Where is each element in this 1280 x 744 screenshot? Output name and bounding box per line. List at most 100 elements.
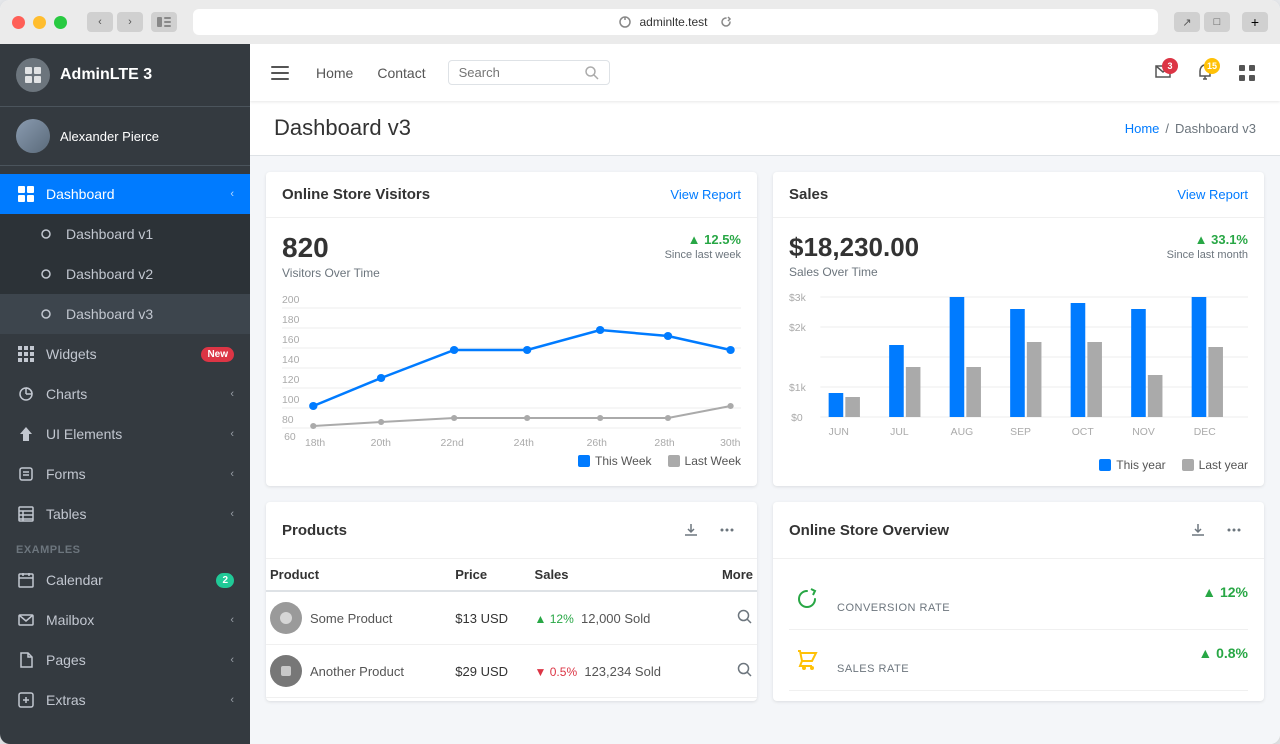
sales-view-report[interactable]: View Report (1177, 187, 1248, 202)
visitors-card-header: Online Store Visitors View Report (266, 172, 757, 218)
maximize-btn[interactable] (54, 16, 67, 29)
nav-back-btn[interactable]: ‹ (87, 12, 113, 32)
add-tab-btn[interactable]: + (1242, 12, 1268, 32)
mac-titlebar: ‹ › adminlte.test ↗ □ + (0, 0, 1280, 44)
topnav-home-link[interactable]: Home (306, 59, 363, 87)
sidebar-item-dashboard-v3[interactable]: Dashboard v3 (0, 294, 250, 334)
svg-text:26th: 26th (587, 438, 608, 448)
sidebar-ui-label: UI Elements (46, 426, 230, 442)
nav-label-dv3: Dashboard v3 (66, 306, 234, 322)
sidebar-item-forms[interactable]: Forms ‹ (0, 454, 250, 494)
alerts-badge: 15 (1204, 58, 1220, 74)
sales-period: Since last month (1167, 249, 1248, 261)
sidebar-item-charts[interactable]: Charts ‹ (0, 374, 250, 414)
visitors-title: Online Store Visitors (282, 186, 430, 203)
minimize-btn[interactable] (33, 16, 46, 29)
conversion-change: ▲ 12% (1202, 584, 1248, 600)
sales-change-1: ▲ 12% (535, 612, 574, 626)
svg-text:$3k: $3k (789, 293, 807, 304)
breadcrumb-home[interactable]: Home (1125, 121, 1160, 136)
circle-icon (36, 264, 56, 284)
close-btn[interactable] (12, 16, 25, 29)
metric-sales-rate-info: ▲ 0.8% SALES RATE (837, 645, 1248, 675)
nav-forward-btn[interactable]: › (117, 12, 143, 32)
messages-badge: 3 (1162, 58, 1178, 74)
menu-toggle-btn[interactable] (266, 59, 294, 87)
overview-more-btn[interactable] (1220, 516, 1248, 544)
new-tab-btn[interactable]: □ (1204, 12, 1230, 32)
chevron-right-icon7: ‹ (230, 694, 234, 706)
user-name: Alexander Pierce (60, 129, 159, 144)
url-bar[interactable]: adminlte.test (193, 9, 1158, 35)
alerts-btn[interactable]: 15 (1188, 56, 1222, 90)
legend-dot-last-year (1182, 459, 1194, 471)
legend-last-week-label: Last Week (685, 454, 741, 468)
sidebar-item-extras[interactable]: Extras ‹ (0, 680, 250, 720)
metric-conversion-info: ▲ 12% CONVERSION RATE (837, 584, 1248, 614)
col-price: Price (451, 559, 530, 591)
products-table: Product Price Sales More (266, 559, 757, 698)
visitors-chart: 200 180 160 140 120 100 80 60 (282, 288, 741, 448)
sidebar-item-dashboard-v1[interactable]: Dashboard v1 (0, 214, 250, 254)
sales-change-2: ▼ 0.5% (535, 665, 578, 679)
topnav-search[interactable] (448, 60, 610, 85)
sidebar-item-calendar[interactable]: Calendar 2 (0, 560, 250, 600)
sidebar-nav: Dashboard ‹ Dashboard v1 (0, 166, 250, 744)
sidebar-calendar-label: Calendar (46, 572, 216, 588)
sidebar-item-widgets[interactable]: Widgets New (0, 334, 250, 374)
products-title: Products (282, 522, 347, 539)
visitors-label: Visitors Over Time (282, 266, 380, 280)
svg-text:18th: 18th (305, 438, 326, 448)
overview-download-btn[interactable] (1184, 516, 1212, 544)
sidebar-item-ui-elements[interactable]: UI Elements ‹ (0, 414, 250, 454)
legend-this-year-label: This year (1116, 458, 1165, 472)
product-img-1 (270, 602, 302, 634)
circle-icon (36, 304, 56, 324)
cart-icon (789, 642, 825, 678)
svg-text:SEP: SEP (1010, 427, 1031, 438)
more-btn[interactable] (713, 516, 741, 544)
svg-text:$0: $0 (791, 413, 803, 424)
sales-chart-legend: This year Last year (789, 458, 1248, 472)
svg-text:JUL: JUL (890, 427, 909, 438)
visitors-view-report[interactable]: View Report (670, 187, 741, 202)
product-name-1: Some Product (310, 611, 392, 626)
share-btn[interactable]: ↗ (1174, 12, 1200, 32)
sidebar-item-mailbox[interactable]: Mailbox ‹ (0, 600, 250, 640)
search-input[interactable] (459, 65, 579, 80)
chevron-right-icon5: ‹ (230, 614, 234, 626)
product-name-2: Another Product (310, 664, 404, 679)
product-cell-1: Some Product (270, 602, 447, 634)
plus-square-icon (16, 690, 36, 710)
legend-this-year: This year (1099, 458, 1165, 472)
nav-label-dv2: Dashboard v2 (66, 266, 234, 282)
sidebar-item-label: Dashboard (46, 186, 230, 202)
product-more-2[interactable] (706, 645, 757, 698)
svg-text:24th: 24th (514, 438, 535, 448)
topnav-links: Home Contact (306, 59, 436, 87)
sidebar-toggle-btn[interactable] (151, 12, 177, 32)
sidebar-item-tables[interactable]: Tables ‹ (0, 494, 250, 534)
svg-text:120: 120 (282, 375, 300, 386)
chart-icon (16, 384, 36, 404)
legend-last-week: Last Week (668, 454, 741, 468)
chevron-down-icon: ‹ (230, 188, 234, 200)
download-btn[interactable] (677, 516, 705, 544)
metric-conversion: ▲ 12% CONVERSION RATE (789, 569, 1248, 630)
sidebar-extras-label: Extras (46, 692, 230, 708)
legend-dot-this-week (578, 455, 590, 467)
tree-icon (16, 424, 36, 444)
topnav-contact-link[interactable]: Contact (367, 59, 435, 87)
sidebar-item-dashboard[interactable]: Dashboard ‹ (0, 174, 250, 214)
overview-card-header: Online Store Overview (773, 502, 1264, 559)
sidebar-item-dashboard-v2[interactable]: Dashboard v2 (0, 254, 250, 294)
apps-btn[interactable] (1230, 56, 1264, 90)
sidebar-item-pages[interactable]: Pages ‹ (0, 640, 250, 680)
chevron-right-icon: ‹ (230, 388, 234, 400)
product-more-1[interactable] (706, 591, 757, 645)
messages-btn[interactable]: 3 (1146, 56, 1180, 90)
sidebar-tables-label: Tables (46, 506, 230, 522)
product-sales-1: ▲ 12% 12,000 Sold (531, 591, 706, 645)
visitors-card-body: 820 Visitors Over Time ▲ 12.5% Since las… (266, 218, 757, 482)
widgets-icon (16, 344, 36, 364)
